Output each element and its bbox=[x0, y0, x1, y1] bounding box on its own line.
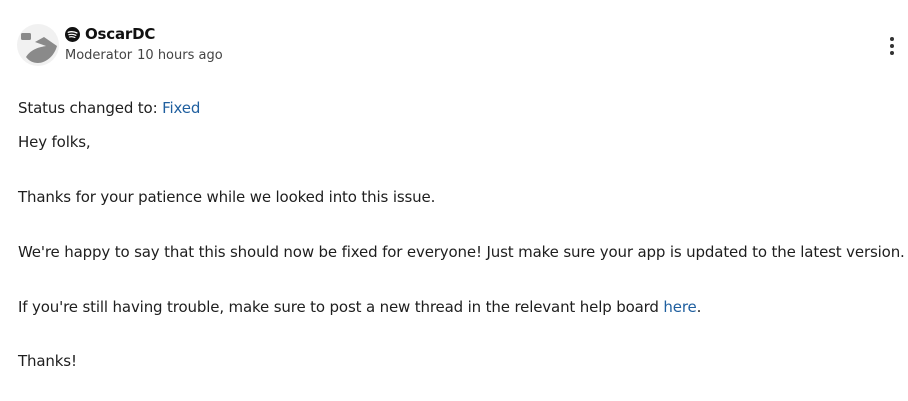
status-line: Status changed to: Fixed bbox=[18, 99, 200, 117]
default-avatar-icon[interactable] bbox=[17, 24, 59, 66]
paragraph-1: Thanks for your patience while we looked… bbox=[18, 188, 436, 206]
greeting-text: Hey folks, bbox=[18, 133, 91, 151]
spotify-logo-icon bbox=[65, 26, 80, 42]
forum-post: OscarDC Moderator 10 hours ago Status ch… bbox=[0, 0, 908, 401]
paragraph-3: If you're still having trouble, make sur… bbox=[18, 298, 701, 316]
more-vertical-icon[interactable] bbox=[884, 36, 900, 56]
author-name[interactable]: OscarDC bbox=[85, 25, 155, 43]
paragraph-3-prefix: If you're still having trouble, make sur… bbox=[18, 298, 664, 316]
status-value-link[interactable]: Fixed bbox=[162, 99, 200, 117]
closing-text: Thanks! bbox=[18, 352, 77, 370]
help-board-link[interactable]: here bbox=[663, 298, 696, 316]
paragraph-3-suffix: . bbox=[696, 298, 702, 316]
paragraph-2: We're happy to say that this should now … bbox=[18, 243, 905, 261]
author-meta: Moderator 10 hours ago bbox=[65, 48, 223, 63]
post-timestamp[interactable]: 10 hours ago bbox=[137, 48, 223, 63]
status-prefix: Status changed to: bbox=[18, 99, 163, 117]
author-role: Moderator bbox=[65, 48, 133, 63]
author-row: OscarDC bbox=[65, 25, 155, 43]
